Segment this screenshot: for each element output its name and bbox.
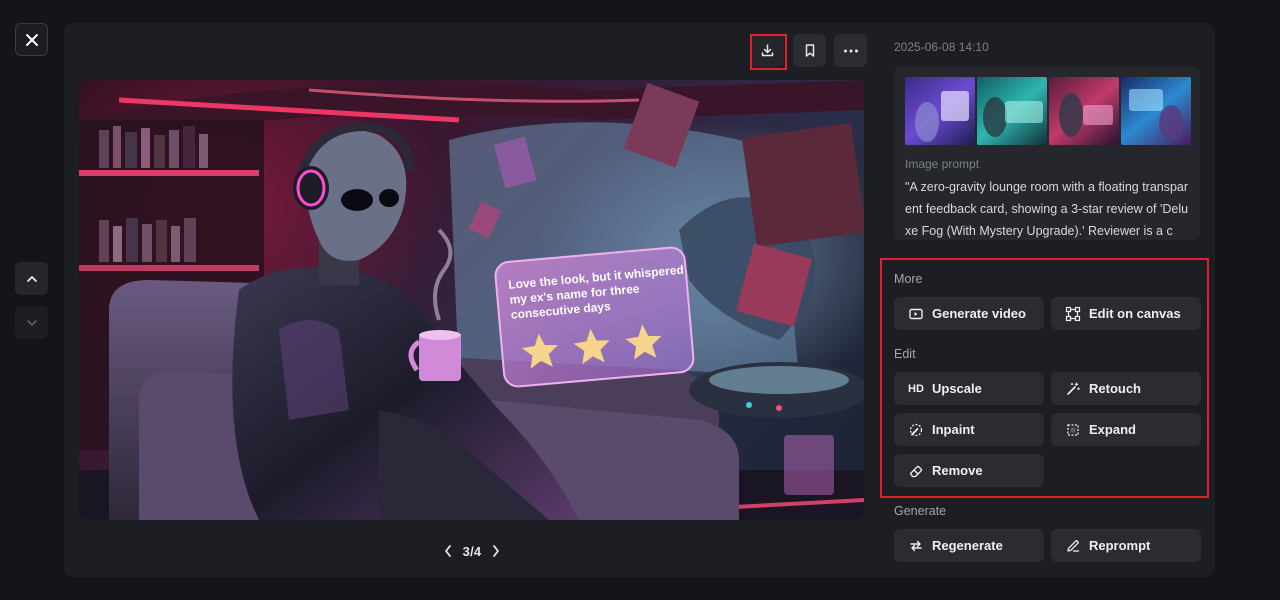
video-add-icon <box>909 308 923 319</box>
edit-on-canvas-button[interactable]: Edit on canvas <box>1051 297 1201 330</box>
upscale-label: Upscale <box>932 381 982 396</box>
inpaint-button[interactable]: Inpaint <box>894 413 1044 446</box>
reprompt-label: Reprompt <box>1089 538 1151 553</box>
edit-section-label: Edit <box>894 347 916 361</box>
brush-icon <box>909 423 923 436</box>
chevron-up-icon <box>26 275 37 282</box>
upscale-button[interactable]: HD Upscale <box>894 372 1044 405</box>
retouch-button[interactable]: Retouch <box>1051 372 1201 405</box>
expand-label: Expand <box>1089 422 1136 437</box>
prompt-card: Image prompt "A zero-gravity lounge room… <box>894 66 1200 240</box>
regenerate-label: Regenerate <box>932 538 1003 553</box>
close-button[interactable] <box>15 23 48 56</box>
generate-video-label: Generate video <box>932 306 1026 321</box>
remove-button[interactable]: Remove <box>894 454 1044 487</box>
regenerate-icon <box>910 540 922 551</box>
generated-image-illustration: Love the look, but it whispered my ex's … <box>79 80 864 520</box>
generate-section-label: Generate <box>894 504 947 518</box>
reprompt-button[interactable]: Reprompt <box>1051 529 1201 562</box>
review-card: Love the look, but it whispered my ex's … <box>494 246 695 388</box>
magic-wand-icon <box>1067 381 1080 395</box>
next-image-button[interactable] <box>15 306 48 339</box>
bookmark-icon <box>805 44 814 57</box>
chevron-left-icon[interactable] <box>443 544 453 558</box>
download-icon <box>761 44 774 57</box>
previous-image-button[interactable] <box>15 262 48 295</box>
bookmark-button[interactable] <box>793 34 826 67</box>
regenerate-button[interactable]: Regenerate <box>894 529 1044 562</box>
prompt-label: Image prompt <box>905 157 980 171</box>
thumbnail-strip <box>905 77 1191 145</box>
canvas-icon <box>1065 306 1081 321</box>
chevron-right-icon[interactable] <box>491 544 501 558</box>
thumbnail-4[interactable] <box>1121 77 1191 145</box>
chevron-down-icon <box>26 319 37 326</box>
thumbnail-1[interactable] <box>905 77 975 145</box>
page-indicator: 3/4 <box>462 543 482 559</box>
more-options-button[interactable] <box>834 34 867 67</box>
eraser-icon <box>909 465 923 477</box>
hd-icon: HD <box>908 382 924 395</box>
thumbnail-3[interactable] <box>1049 77 1119 145</box>
pencil-icon <box>1067 539 1080 552</box>
retouch-label: Retouch <box>1089 381 1141 396</box>
image-pager: 3/4 <box>443 541 501 561</box>
expand-icon <box>1067 423 1079 436</box>
more-section-label: More <box>894 272 923 286</box>
remove-label: Remove <box>932 463 983 478</box>
edit-on-canvas-label: Edit on canvas <box>1089 306 1181 321</box>
inpaint-label: Inpaint <box>932 422 975 437</box>
generated-image: Love the look, but it whispered my ex's … <box>79 80 864 520</box>
prompt-text: "A zero-gravity lounge room with a float… <box>905 180 1189 238</box>
creation-date: 2025-06-08 14:10 <box>894 40 989 54</box>
expand-button[interactable]: Expand <box>1051 413 1201 446</box>
download-button[interactable] <box>751 34 784 67</box>
close-icon <box>25 33 38 46</box>
thumbnail-2[interactable] <box>977 77 1047 145</box>
generate-video-button[interactable]: Generate video <box>894 297 1044 330</box>
more-horizontal-icon <box>843 49 858 52</box>
